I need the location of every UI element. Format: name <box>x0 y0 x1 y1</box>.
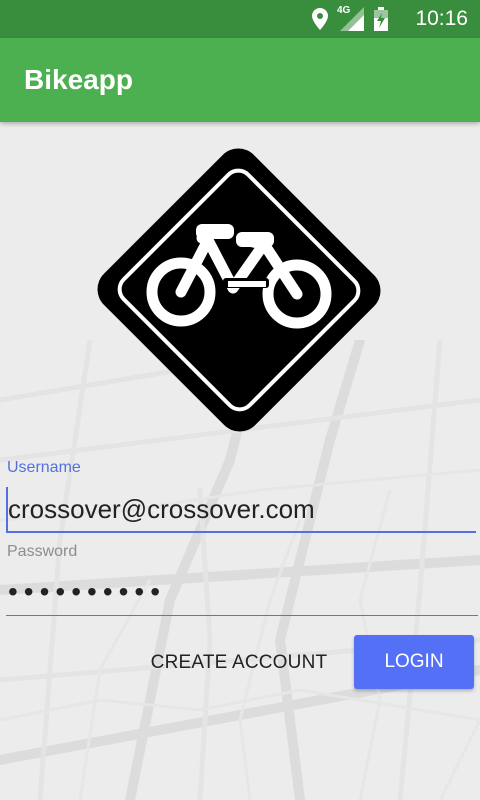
create-account-button[interactable]: CREATE ACCOUNT <box>136 636 342 690</box>
username-field[interactable] <box>6 487 476 533</box>
app-title: Bikeapp <box>24 64 133 95</box>
status-time: 10:16 <box>415 7 468 30</box>
bicycle-sign-icon <box>97 148 381 432</box>
password-field[interactable] <box>6 569 478 616</box>
location-icon <box>312 8 328 30</box>
status-icons: 4G <box>312 5 388 32</box>
username-label: Username <box>7 459 81 476</box>
password-label: Password <box>7 543 78 560</box>
signal-icon: 4G <box>337 5 364 31</box>
status-bar: 4G 10:16 <box>0 0 480 38</box>
login-button[interactable]: LOGIN <box>354 635 474 689</box>
app-bar: Bikeapp <box>0 38 480 122</box>
battery-icon <box>374 7 388 31</box>
